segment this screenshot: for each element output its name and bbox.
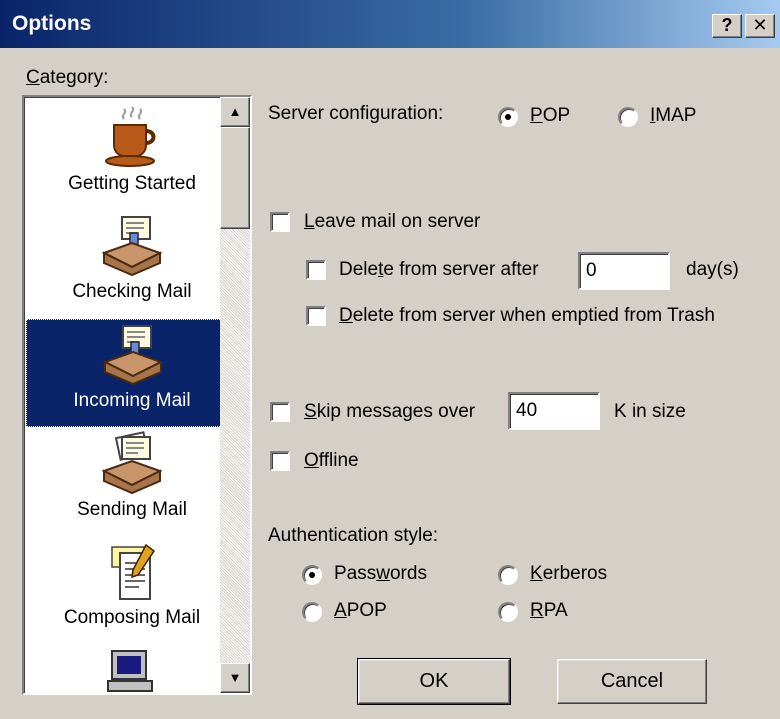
passwords-label[interactable]: Passwords bbox=[334, 563, 427, 585]
delete-after-label[interactable]: Delete from server after bbox=[339, 259, 539, 281]
category-item-checking-mail[interactable]: Checking Mail bbox=[26, 211, 238, 319]
category-item-label: Incoming Mail bbox=[73, 390, 191, 411]
delete-after-days-input[interactable]: 0 bbox=[578, 252, 670, 290]
category-item-composing-mail[interactable]: Composing Mail bbox=[26, 537, 238, 645]
mailbox-icon bbox=[101, 216, 163, 277]
size-unit-label: K in size bbox=[614, 401, 686, 422]
skip-messages-label[interactable]: Skip messages over bbox=[304, 401, 475, 423]
skip-messages-checkbox[interactable] bbox=[270, 402, 290, 422]
leave-mail-checkbox[interactable] bbox=[270, 212, 290, 232]
outbox-icon bbox=[101, 431, 163, 495]
rpa-label[interactable]: RPA bbox=[530, 600, 568, 622]
delete-after-checkbox[interactable] bbox=[306, 260, 326, 280]
days-unit-label: day(s) bbox=[686, 259, 739, 280]
passwords-radio[interactable] bbox=[302, 565, 322, 585]
delete-emptied-label[interactable]: Delete from server when emptied from Tra… bbox=[339, 305, 715, 327]
mailbox-icon bbox=[102, 325, 164, 386]
scroll-thumb[interactable] bbox=[220, 127, 250, 229]
offline-checkbox[interactable] bbox=[270, 451, 290, 471]
delete-emptied-checkbox[interactable] bbox=[306, 306, 326, 326]
imap-radio[interactable] bbox=[618, 107, 638, 127]
category-item-incoming-mail[interactable]: Incoming Mail bbox=[26, 319, 238, 427]
computer-icon bbox=[107, 650, 153, 692]
offline-label[interactable]: Offline bbox=[304, 450, 359, 472]
category-label: Category: bbox=[26, 67, 109, 88]
pop-radio[interactable] bbox=[498, 107, 518, 127]
auth-style-label: Authentication style: bbox=[268, 525, 439, 546]
rpa-radio[interactable] bbox=[498, 602, 518, 622]
pop-label[interactable]: POP bbox=[530, 105, 570, 127]
window-title: Options bbox=[12, 12, 92, 35]
cancel-button[interactable]: Cancel bbox=[557, 659, 707, 704]
help-button[interactable]: ? bbox=[712, 14, 742, 38]
category-item-label: Sending Mail bbox=[77, 499, 187, 520]
category-item-sending-mail[interactable]: Sending Mail bbox=[26, 429, 238, 537]
category-item-label: Getting Started bbox=[68, 173, 196, 194]
coffee-cup-icon bbox=[105, 106, 156, 167]
leave-mail-label[interactable]: Leave mail on server bbox=[304, 211, 480, 233]
category-item-getting-started[interactable]: Getting Started bbox=[26, 103, 238, 211]
apop-radio[interactable] bbox=[302, 602, 322, 622]
skip-size-input[interactable]: 40 bbox=[508, 392, 600, 430]
ok-button[interactable]: OK bbox=[357, 658, 511, 705]
kerberos-label[interactable]: Kerberos bbox=[530, 563, 607, 585]
imap-label[interactable]: IMAP bbox=[650, 105, 696, 127]
kerberos-radio[interactable] bbox=[498, 565, 518, 585]
category-item-computer[interactable] bbox=[26, 645, 238, 693]
server-config-label: Server configuration: bbox=[268, 103, 444, 124]
close-button[interactable]: ✕ bbox=[745, 14, 775, 38]
title-bar: Options ? ✕ bbox=[0, 0, 780, 48]
compose-icon bbox=[111, 543, 156, 600]
category-scrollbar[interactable]: ▲ ▼ bbox=[220, 97, 250, 693]
scroll-up-button[interactable]: ▲ bbox=[220, 97, 250, 127]
scroll-down-button[interactable]: ▼ bbox=[220, 663, 250, 693]
category-list[interactable]: Getting Started Checking Mail Incoming M… bbox=[22, 95, 252, 695]
category-item-label: Composing Mail bbox=[63, 607, 201, 628]
category-item-label: Checking Mail bbox=[72, 281, 192, 302]
apop-label[interactable]: APOP bbox=[334, 600, 387, 622]
